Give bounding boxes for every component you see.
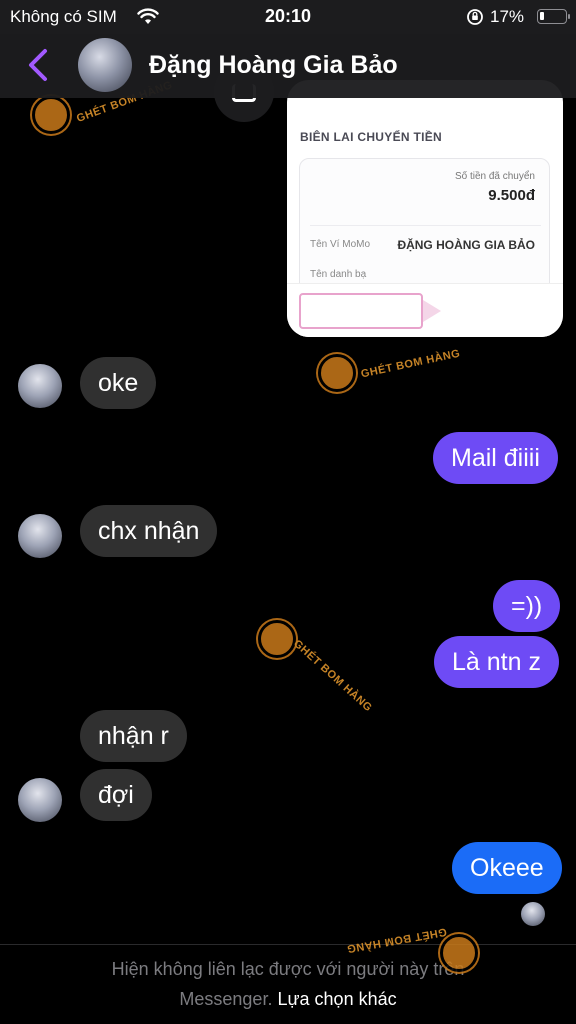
rotation-lock-icon [467, 9, 483, 25]
footer-notice: Hiện không liên lạc được với người này t… [111, 959, 465, 979]
contact-name[interactable]: Đặng Hoàng Gia Bảo [149, 51, 398, 80]
receipt-heading: BIÊN LAI CHUYỂN TIỀN [300, 130, 443, 144]
amount-label: Số tiền đã chuyển [454, 171, 535, 182]
contact-avatar[interactable] [78, 38, 132, 92]
battery-fill [540, 12, 544, 20]
watermark-logo: GHÉT BOM HÀNG [314, 344, 464, 404]
message-bubble-outgoing[interactable]: Mail điiii [433, 432, 558, 484]
battery-percent: 17% [490, 7, 525, 26]
chevron-left-icon[interactable] [26, 48, 50, 82]
amount-value: 9.500đ [488, 187, 535, 204]
wallet-label: Tên Ví MoMo [310, 239, 371, 250]
receipt-input-box [299, 293, 423, 329]
other-options-link[interactable]: Lựa chọn khác [277, 989, 396, 1009]
message-bubble-incoming[interactable]: chx nhận [80, 505, 218, 557]
receipt-arrow-shape [423, 300, 441, 322]
receipt-divider [310, 225, 541, 226]
message-bubble-outgoing[interactable]: =)) [493, 580, 561, 632]
footer-notice-line2: Messenger. Lựa chọn khác [0, 989, 576, 1010]
status-bar: Không có SIM 20:10 17% [0, 0, 576, 34]
read-receipt-avatar [521, 902, 545, 926]
message-bubble-incoming[interactable]: nhận r [80, 710, 187, 762]
conversation-header: Đặng Hoàng Gia Bảo [0, 34, 576, 98]
unavailable-footer: Hiện không liên lạc được với người này t… [0, 944, 576, 1024]
wallet-name: ĐẶNG HOÀNG GIA BẢO [397, 238, 535, 252]
shared-receipt-image[interactable]: BIÊN LAI CHUYỂN TIỀN Số tiền đã chuyển 9… [287, 80, 563, 337]
sender-avatar[interactable] [18, 364, 62, 408]
message-bubble-incoming[interactable]: đợi [80, 769, 152, 821]
message-bubble-incoming[interactable]: oke [80, 357, 157, 409]
footer-notice-end: Messenger. [179, 989, 273, 1009]
receipt-bottom-bar [287, 283, 563, 337]
battery-icon [537, 9, 570, 24]
message-bubble-outgoing[interactable]: Okeee [452, 842, 562, 894]
sender-avatar[interactable] [18, 514, 62, 558]
watermark-logo: GHÉT BOM HÀNG [256, 618, 386, 728]
sender-avatar[interactable] [18, 778, 62, 822]
contact-label: Tên danh bạ [310, 269, 367, 280]
message-bubble-outgoing[interactable]: Là ntn z [434, 636, 559, 688]
